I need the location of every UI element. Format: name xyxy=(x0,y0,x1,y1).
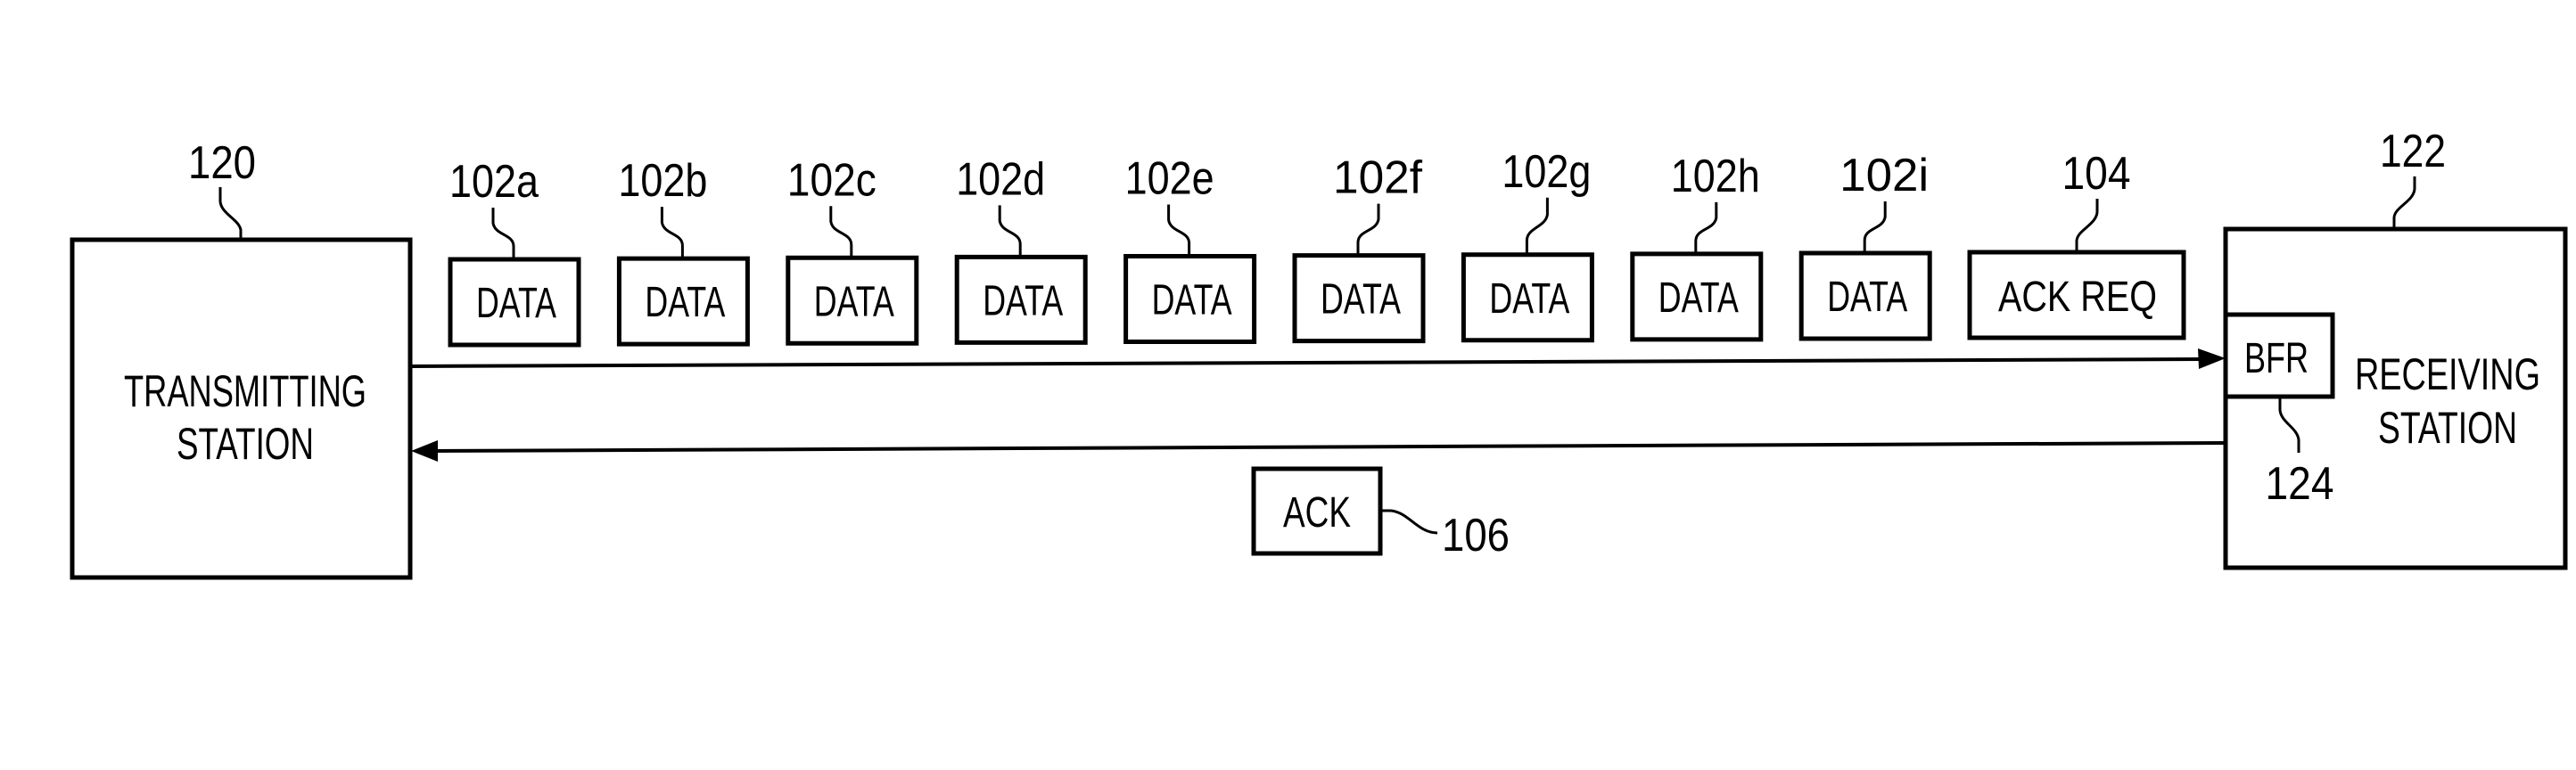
data-frame-leader xyxy=(998,205,1022,258)
data-frame-ref: 102c xyxy=(787,154,876,206)
receiving-station: 122 RECEIVING STATION BFR 124 xyxy=(2223,126,2568,570)
transmitting-station: 120 TRANSMITTING STATION xyxy=(70,137,413,580)
protocol-diagram: 120 TRANSMITTING STATION 102a DATA 102b DAT… xyxy=(70,126,2568,580)
data-frame-leader xyxy=(1863,201,1887,253)
buffer-label: BFR xyxy=(2244,335,2309,382)
data-frame-label: DATA xyxy=(1321,276,1401,324)
data-frame-label: DATA xyxy=(476,280,556,327)
data-frame: 102g DATA xyxy=(1461,146,1594,343)
data-frame-label: DATA xyxy=(814,278,894,325)
ack-frame: ACK 106 xyxy=(1251,466,1510,561)
receiving-station-label-line1: RECEIVING xyxy=(2355,349,2540,399)
ack-request-frame: 104 ACK REQ xyxy=(1967,148,2186,340)
data-frame-ref: 102e xyxy=(1125,153,1214,205)
data-frame-leader xyxy=(660,207,684,259)
ack-label: ACK xyxy=(1283,489,1351,537)
ack-leader xyxy=(1382,509,1438,535)
forward-link-line xyxy=(409,357,2203,368)
data-frame: 102d DATA xyxy=(954,153,1088,345)
data-frame-leader xyxy=(1167,204,1191,257)
data-frame-ref: 102i xyxy=(1839,150,1929,201)
ack-request-leader xyxy=(2075,199,2099,252)
data-frame: 102f DATA xyxy=(1292,152,1426,344)
data-frame-leader xyxy=(1356,203,1380,256)
data-frame-ref: 102a xyxy=(449,156,539,208)
data-frame-leader xyxy=(829,206,853,258)
return-link-line xyxy=(432,441,2226,453)
transmitting-station-ref: 120 xyxy=(188,137,256,189)
ack-ref: 106 xyxy=(1442,510,1510,561)
receiving-station-label-line2: STATION xyxy=(2378,403,2517,453)
return-arrowhead-icon xyxy=(411,440,438,462)
data-frame-label: DATA xyxy=(645,279,725,326)
data-frame: 102e DATA xyxy=(1123,153,1257,344)
data-frames: 102a DATA 102b DATA 102c DATA 102d DATA 102e DATA… xyxy=(448,146,1932,348)
data-frame: 102i DATA xyxy=(1798,150,1932,341)
buffer-ref: 124 xyxy=(2266,458,2334,510)
data-frame-label: DATA xyxy=(1827,274,1907,321)
transmitting-station-leader xyxy=(218,187,243,240)
forward-link xyxy=(409,348,2226,369)
data-frame-label: DATA xyxy=(1489,275,1569,323)
ack-request-label: ACK REQ xyxy=(1998,274,2157,321)
ack-request-ref: 104 xyxy=(2062,148,2131,200)
transmitting-station-label-line1: TRANSMITTING xyxy=(124,366,366,416)
data-frame: 102h DATA xyxy=(1630,151,1764,342)
data-frame-leader xyxy=(1525,197,1549,255)
data-frame-label: DATA xyxy=(983,277,1063,324)
data-frame-ref: 102f xyxy=(1333,152,1423,204)
data-frame-ref: 102g xyxy=(1502,146,1591,198)
data-frame-label: DATA xyxy=(1658,274,1739,322)
data-frame-ref: 102d xyxy=(956,153,1045,205)
return-link xyxy=(411,440,2226,462)
data-frame: 102a DATA xyxy=(448,156,581,348)
transmitting-station-label-line2: STATION xyxy=(177,419,314,469)
receiving-station-ref: 122 xyxy=(2380,126,2446,177)
data-frame-leader xyxy=(1694,201,1718,254)
data-frame-label: DATA xyxy=(1152,277,1232,324)
receiving-station-leader xyxy=(2392,176,2416,229)
data-frame-leader xyxy=(491,208,515,259)
forward-arrowhead-icon xyxy=(2198,348,2226,369)
data-frame: 102b DATA xyxy=(616,155,750,347)
data-frame-ref: 102b xyxy=(618,155,707,207)
data-frame-ref: 102h xyxy=(1671,151,1760,202)
data-frame: 102c DATA xyxy=(786,154,919,346)
